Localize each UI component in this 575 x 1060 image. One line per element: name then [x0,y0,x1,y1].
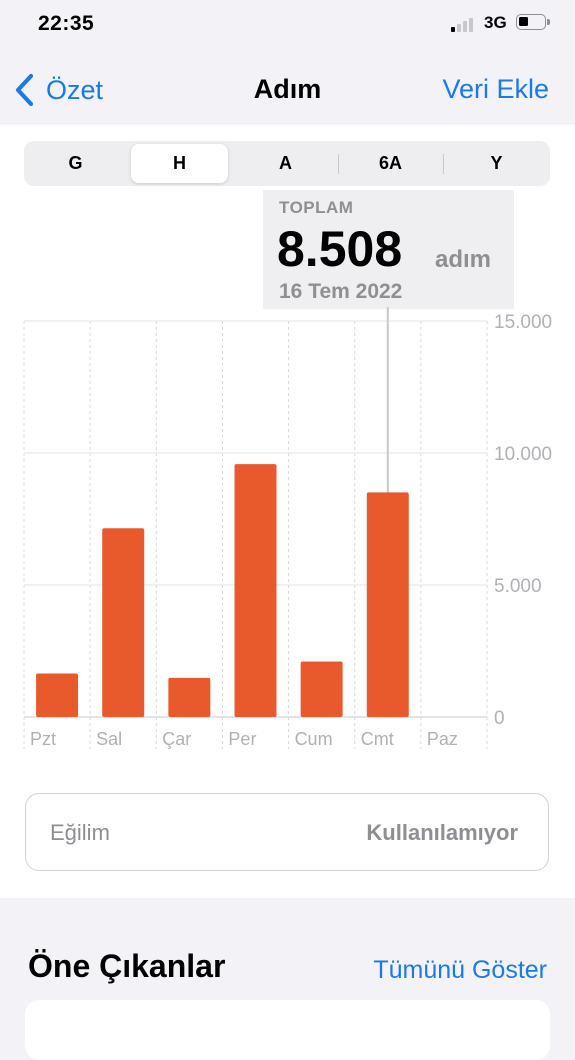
highlights-title: Öne Çıkanlar [28,948,226,984]
period-segmented-control: G H A 6A Y [24,141,550,186]
bar-cmt [366,492,409,717]
y-tick-label: 15.000 [494,312,552,333]
x-tick-label: Cmt [361,729,394,749]
signal-icon [451,16,479,32]
segment-month[interactable]: A [237,144,334,183]
x-tick-label: Paz [427,729,458,749]
y-tick-label: 5.000 [494,576,542,597]
battery-icon [516,14,550,30]
status-time: 22:35 [38,12,95,35]
navigation-bar: Özet Adım Veri Ekle [0,50,575,126]
show-all-button[interactable]: Tümünü Göster [373,956,547,985]
x-tick-label: Sal [96,729,122,749]
tooltip-date: 16 Tem 2022 [279,280,403,303]
bar-per [234,464,277,717]
x-tick-label: Pzt [30,729,56,749]
tooltip-unit: adım [435,246,492,273]
steps-bar-chart[interactable]: 15.000 10.000 5.000 0 Pzt Sal Çar Per Cum Cmt Paz [0,307,575,757]
network-type: 3G [484,13,507,32]
trend-value: Kullanılamıyor [366,820,518,845]
segment-year[interactable]: Y [448,144,545,183]
y-tick-label: 0 [494,708,505,729]
tooltip-value: 8.508 [277,221,403,277]
y-tick-label: 10.000 [494,444,552,465]
bar-pzt [36,673,79,717]
tooltip-label: TOPLAM [279,198,354,217]
bar-çar [168,677,211,717]
segment-6-months[interactable]: 6A [342,144,439,183]
total-tooltip: TOPLAM 8.508 adım 16 Tem 2022 [263,190,514,309]
status-bar: 22:35 3G [0,0,575,50]
add-data-button[interactable]: Veri Ekle [442,74,549,105]
highlight-card[interactable] [25,1000,550,1060]
steps-card: G H A 6A Y TOPLAM 8.508 adım 16 Tem 2022… [0,125,575,898]
trend-label: Eğilim [50,820,110,845]
segment-week[interactable]: H [131,144,228,183]
x-tick-label: Cum [295,729,333,749]
bar-sal [102,528,145,717]
x-tick-label: Per [228,729,256,749]
x-tick-label: Çar [162,729,191,749]
bar-cum [300,661,343,717]
segment-day[interactable]: G [27,144,124,183]
trend-row[interactable]: Eğilim Kullanılamıyor [25,793,549,871]
